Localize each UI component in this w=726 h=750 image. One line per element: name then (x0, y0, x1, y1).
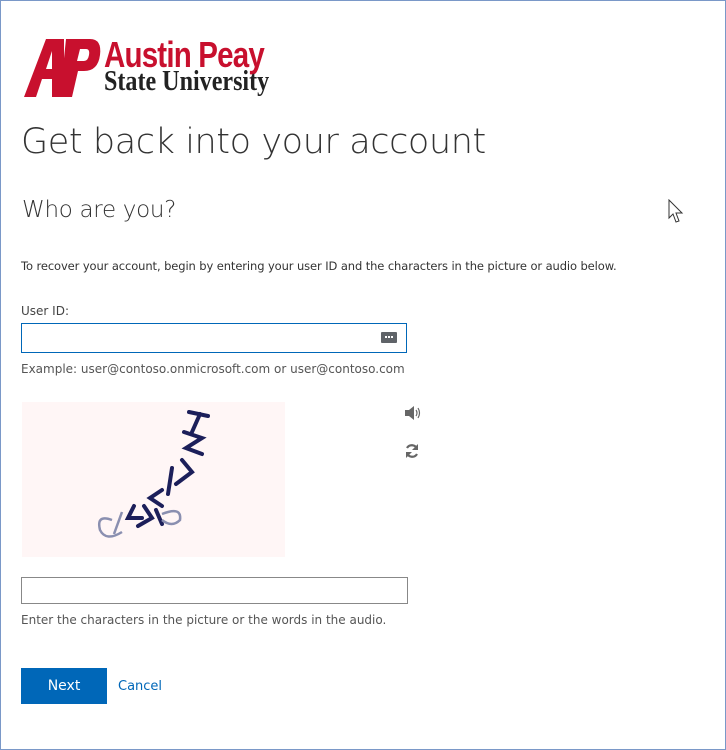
captcha-glyphs (98, 410, 210, 538)
logo-line-2: State University (104, 66, 270, 97)
speaker-icon[interactable] (404, 406, 422, 420)
captcha-help-text: Enter the characters in the picture or t… (21, 613, 387, 627)
ap-logo-mark (24, 39, 101, 97)
user-id-example: Example: user@contoso.onmicrosoft.com or… (21, 362, 405, 376)
captcha-input[interactable] (21, 577, 408, 604)
user-id-label: User ID: (21, 304, 69, 318)
cancel-link[interactable]: Cancel (118, 679, 162, 694)
password-manager-icon[interactable] (381, 332, 397, 343)
page-title: Get back into your account (21, 122, 486, 162)
next-button[interactable]: Next (21, 668, 107, 704)
page-subtitle: Who are you? (22, 197, 177, 223)
mouse-cursor-icon (668, 199, 684, 223)
captcha-image (22, 402, 285, 557)
page-frame: Austin Peay State University Get back in… (0, 0, 726, 750)
refresh-icon[interactable] (404, 443, 420, 459)
university-logo: Austin Peay State University (24, 37, 304, 101)
user-id-input[interactable] (21, 323, 407, 353)
instructions-text: To recover your account, begin by enteri… (21, 259, 617, 273)
